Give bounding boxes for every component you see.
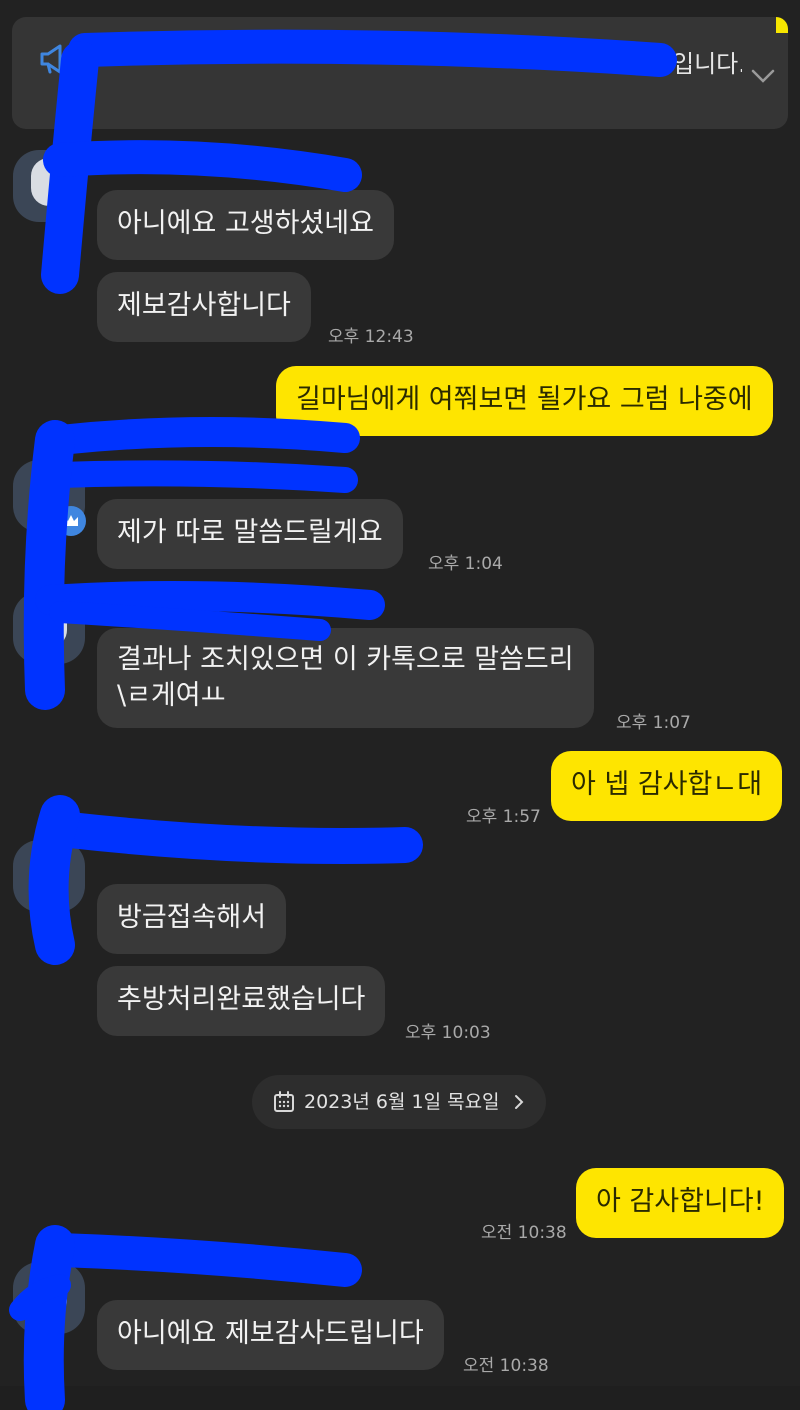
message-bubble[interactable]: 방금접속해서 xyxy=(97,884,287,954)
message-text-line: \ㄹ게여ㅛ xyxy=(117,680,226,711)
message-time: 오후 12:44 xyxy=(181,420,267,440)
message-time: 오후 10:03 xyxy=(405,1023,491,1043)
notice-banner[interactable]: 입니다. xyxy=(12,17,788,129)
message-text: 아니에요 제보감사드립니다 xyxy=(117,1318,424,1349)
message-bubble[interactable]: 아니에요 고생하셨네요 xyxy=(97,190,394,260)
message-bubble[interactable]: 제가 따로 말씀드릴게요 xyxy=(97,499,403,569)
message-text: 제가 따로 말씀드릴게요 xyxy=(117,517,383,548)
message-bubble[interactable]: 아 감사합니다! xyxy=(576,1168,785,1238)
message-time: 오후 1:04 xyxy=(428,554,503,574)
chevron-right-icon xyxy=(515,1095,524,1109)
avatar-image xyxy=(31,1270,67,1318)
message-time: 오후 1:57 xyxy=(466,807,541,827)
avatar[interactable] xyxy=(13,150,85,222)
message-text: 길마님에게 여쭤보면 될가요 그럼 나중에 xyxy=(296,384,753,415)
message-bubble[interactable]: 길마님에게 여쭤보면 될가요 그럼 나중에 xyxy=(276,366,773,436)
notice-text: 입니다. xyxy=(672,50,742,78)
chevron-down-icon[interactable] xyxy=(748,61,778,91)
message-text: 추방처리완료했습니다 xyxy=(117,984,366,1015)
message-time: 오후 12:43 xyxy=(328,327,414,347)
message-text: 아 넵 감사합ㄴ대 xyxy=(571,769,763,800)
crown-icon xyxy=(64,515,78,526)
message-text: 제보감사합니다 xyxy=(117,290,291,321)
bottom-bar xyxy=(0,1386,800,1410)
calendar-icon xyxy=(274,1091,294,1112)
message-text: 아니에요 고생하셨네요 xyxy=(117,208,374,239)
message-text-line: 결과나 조치있으면 이 카톡으로 말씀드리 xyxy=(117,644,574,675)
message-time: 오전 10:38 xyxy=(481,1223,567,1243)
crown-badge-icon xyxy=(56,506,86,536)
avatar-image xyxy=(31,848,67,896)
message-time: 오전 10:38 xyxy=(463,1356,549,1376)
message-bubble[interactable]: 아니에요 제보감사드립니다 xyxy=(97,1300,444,1370)
avatar[interactable] xyxy=(13,592,85,664)
message-bubble[interactable]: 결과나 조치있으면 이 카톡으로 말씀드리 \ㄹ게여ㅛ xyxy=(97,628,594,728)
avatar[interactable] xyxy=(13,840,85,912)
message-bubble[interactable]: 제보감사합니다 xyxy=(97,272,311,342)
message-bubble[interactable]: 아 넵 감사합ㄴ대 xyxy=(551,751,783,821)
avatar-image xyxy=(31,158,67,206)
message-bubble[interactable]: 추방처리완료했습니다 xyxy=(97,966,386,1036)
date-label: 2023년 6월 1일 목요일 xyxy=(304,1091,500,1113)
avatar[interactable] xyxy=(13,1262,85,1334)
message-time: 오후 1:07 xyxy=(616,713,691,733)
notice-corner-accent xyxy=(776,17,788,33)
megaphone-icon xyxy=(40,44,69,74)
avatar-image xyxy=(31,600,67,648)
message-text: 아 감사합니다! xyxy=(596,1186,765,1217)
date-divider[interactable]: 2023년 6월 1일 목요일 xyxy=(252,1075,546,1129)
message-text: 방금접속해서 xyxy=(117,902,267,933)
